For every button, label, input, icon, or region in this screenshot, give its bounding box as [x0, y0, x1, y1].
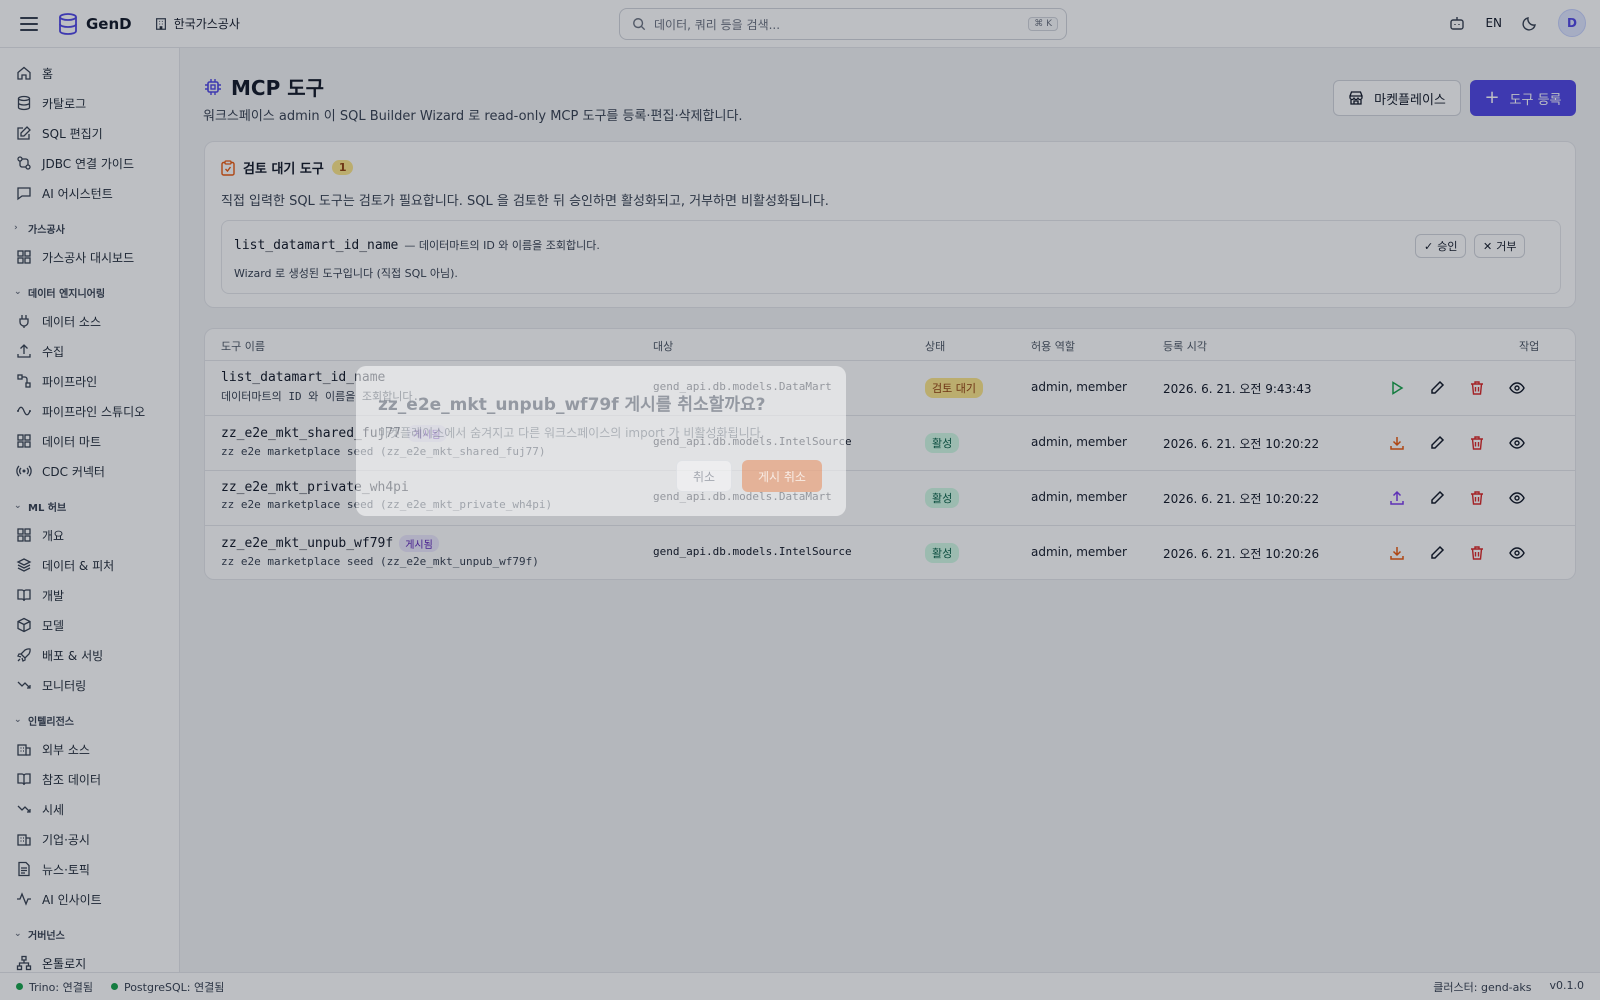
- unpublish-dialog: zz_e2e_mkt_unpub_wf79f 게시를 취소할까요? 마켓플레이스…: [356, 366, 846, 516]
- dialog-cancel-button[interactable]: 취소: [676, 460, 732, 492]
- dialog-description: 마켓플레이스에서 숨겨지고 다른 워크스페이스의 import 가 비활성화됩니…: [378, 426, 765, 440]
- dialog-title: zz_e2e_mkt_unpub_wf79f 게시를 취소할까요?: [378, 395, 766, 415]
- dialog-unpublish-button[interactable]: 게시 취소: [742, 460, 822, 492]
